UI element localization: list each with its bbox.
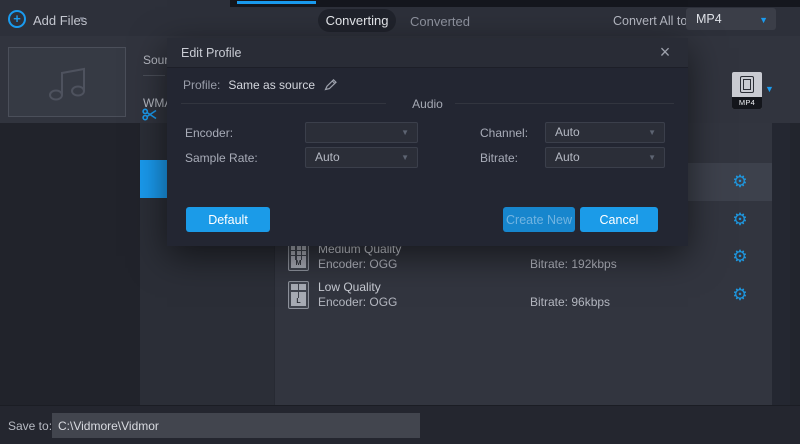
bitrate-value: Auto [555,150,580,164]
gear-icon[interactable] [730,285,750,305]
bitrate-select[interactable]: Auto [545,147,665,168]
default-button[interactable]: Default [186,207,270,232]
gear-icon[interactable] [730,210,750,230]
quality-grid-icon: L [288,281,309,309]
footer-bar: Save to: [0,405,800,444]
sample-rate-label: Sample Rate: [185,151,258,165]
dialog-title: Edit Profile [181,46,241,60]
channel-value: Auto [555,125,580,139]
file-thumbnail [8,47,126,117]
divider [143,75,165,76]
profile-row-encoder: Encoder: OGG [318,295,397,309]
add-files-plus-icon[interactable] [8,10,26,28]
scrollbar-track[interactable] [772,123,790,444]
profile-name-line: Profile: Same as source [183,78,338,92]
sample-rate-value: Auto [315,150,340,164]
gear-icon[interactable] [730,247,750,267]
edit-pencil-icon[interactable] [323,78,338,92]
output-format-caret-icon[interactable]: ▼ [765,84,774,94]
quality-letter-badge: M [291,260,306,268]
edit-profile-dialog: Edit Profile × Profile: Same as source A… [167,38,688,246]
app-window: Add Files ▼ Converting Converted Convert… [0,0,800,444]
convert-all-label: Convert All to: [613,14,691,28]
close-button[interactable]: × [654,41,676,63]
bitrate-label: Bitrate: [480,151,518,165]
gear-icon[interactable] [730,172,750,192]
convert-format-select[interactable]: MP4 ▼ [686,8,776,30]
close-icon: × [660,42,671,63]
create-new-button[interactable]: Create New [503,207,575,232]
encoder-select[interactable] [305,122,418,143]
convert-format-value: MP4 [696,12,722,26]
profile-row-bitrate: Bitrate: 192kbps [530,257,617,271]
profile-value: Same as source [228,78,315,92]
trim-scissors-icon[interactable] [142,108,158,121]
tab-converted[interactable]: Converted [410,14,470,29]
chevron-down-icon: ▼ [759,15,768,25]
channel-label: Channel: [480,126,528,140]
film-icon [740,76,754,93]
save-to-label: Save to: [8,419,52,433]
profile-row-low-quality[interactable]: L Low Quality Encoder: OGG Bitrate: 96kb… [275,276,772,314]
toolbar: Add Files ▼ Converting Converted Convert… [0,7,800,36]
encoder-label: Encoder: [185,126,233,140]
add-files-caret-icon[interactable]: ▼ [78,15,86,24]
profile-row-title: Low Quality [318,280,381,294]
music-note-icon [43,60,91,104]
dialog-header: Edit Profile × [167,38,688,68]
channel-select[interactable]: Auto [545,122,665,143]
sample-rate-select[interactable]: Auto [305,147,418,168]
section-title-audio: Audio [167,97,688,111]
cancel-button[interactable]: Cancel [580,207,658,232]
save-path-input[interactable] [52,413,420,438]
output-format-badge[interactable]: MP4 [732,72,762,109]
quality-letter-badge: L [291,298,306,306]
active-tab-indicator [237,1,316,4]
output-format-badge-label: MP4 [732,97,762,109]
profile-row-encoder: Encoder: OGG [318,257,397,271]
background-area [790,123,800,444]
tab-converting[interactable]: Converting [318,9,396,32]
profile-label: Profile: [183,78,220,92]
quality-grid-icon: M [288,243,309,271]
profile-row-bitrate: Bitrate: 96kbps [530,295,610,309]
background-area [0,123,140,405]
